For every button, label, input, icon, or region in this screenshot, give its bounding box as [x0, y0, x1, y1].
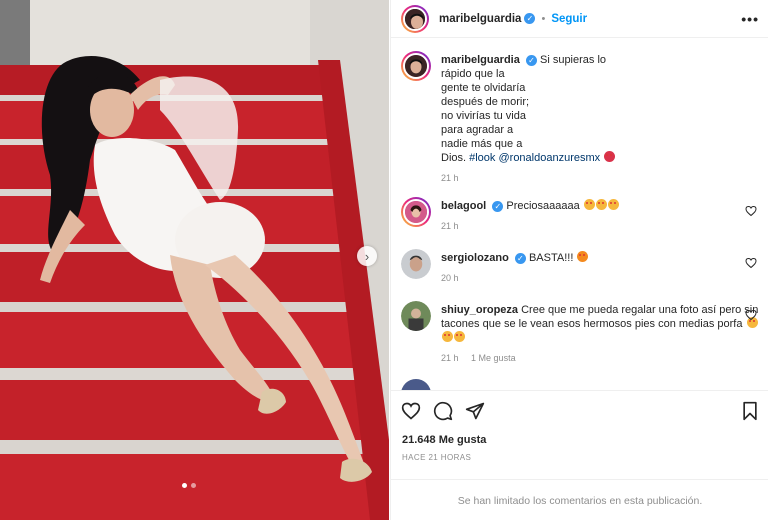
- post-photo[interactable]: ›: [0, 0, 389, 520]
- author-avatar[interactable]: [401, 4, 429, 33]
- save-button[interactable]: [741, 401, 759, 421]
- comments-limited-notice: Se han limitado los comentarios en esta …: [391, 479, 768, 521]
- comment-time: 21 h: [441, 221, 459, 231]
- caption-line: Dios.: [441, 152, 467, 164]
- comment-time: 21 h: [441, 353, 459, 363]
- likes-count[interactable]: 21.648 Me gusta: [402, 434, 486, 446]
- post-timestamp: HACE 21 HORAS: [402, 453, 472, 462]
- more-options-icon[interactable]: •••: [741, 11, 759, 27]
- comment-like-icon[interactable]: [745, 309, 757, 321]
- comment-text: sergiolozano ✓ BASTA!!! 20 h: [441, 251, 741, 285]
- header-separator: •: [541, 12, 546, 25]
- caption-avatar[interactable]: [401, 51, 431, 81]
- comment-text: belagool ✓ Preciosaaaaaa 21 h: [441, 199, 741, 233]
- caption-item: maribelguardia ✓ Si supieras lo rápido q…: [401, 51, 761, 191]
- instagram-post-window: › maribelguardia ✓ • Seguir ••• maribelg…: [0, 0, 768, 520]
- post-side-panel: maribelguardia ✓ • Seguir ••• maribelgua…: [390, 0, 768, 520]
- caption-line: rápido que la: [441, 68, 505, 80]
- caption-line: después de morir;: [441, 96, 530, 108]
- comment-like-icon[interactable]: [745, 205, 757, 217]
- comment-text: shiuy_oropeza Cree que me pueda regalar …: [441, 303, 759, 365]
- star-struck-emoji-icon: [607, 199, 619, 210]
- comment-item: sergiolozano ✓ BASTA!!! 20 h: [401, 249, 761, 289]
- caption-username[interactable]: maribelguardia: [441, 54, 520, 66]
- comment-meta: 21 h: [441, 219, 741, 233]
- verified-badge-icon: ✓: [514, 252, 526, 264]
- comment-item: belagool ✓ Preciosaaaaaa 21 h: [401, 197, 761, 237]
- carousel-dots: [182, 483, 196, 488]
- heart-icon[interactable]: [401, 401, 421, 421]
- comment-username[interactable]: shiuy_oropeza: [441, 304, 518, 316]
- comment-like-icon[interactable]: [745, 257, 757, 269]
- caption-time: 21 h: [441, 173, 459, 183]
- comment-body: BASTA!!!: [528, 252, 574, 264]
- caption-line: para agradar a: [441, 124, 514, 136]
- chevron-right-icon: ›: [364, 248, 370, 264]
- bookmark-icon[interactable]: [741, 401, 759, 421]
- comment-time: 20 h: [441, 273, 459, 283]
- verified-badge-icon: ✓: [492, 200, 504, 212]
- comment-avatar[interactable]: [401, 379, 431, 390]
- caption-line: gente te olvidaría: [441, 82, 526, 94]
- comment-item-partial: [401, 379, 761, 390]
- comment-username[interactable]: belagool: [441, 200, 486, 212]
- comment-avatar[interactable]: [401, 197, 431, 227]
- comment-icon[interactable]: [433, 401, 453, 421]
- verified-badge-icon: ✓: [525, 54, 537, 66]
- caption-text: maribelguardia ✓ Si supieras lo rápido q…: [441, 53, 741, 185]
- hashtag-link[interactable]: #look: [469, 152, 495, 164]
- post-actions: 21.648 Me gusta HACE 21 HORAS Se han lim…: [391, 390, 768, 520]
- caption-line: no vivirías tu vida: [441, 110, 526, 122]
- comment-meta: 21 h 1 Me gusta: [441, 351, 759, 365]
- carousel-dot-active: [182, 483, 187, 488]
- comment-username[interactable]: sergiolozano: [441, 252, 509, 264]
- caption-line: nadie más que a: [441, 138, 523, 150]
- comment-item: shiuy_oropeza Cree que me pueda regalar …: [401, 301, 761, 371]
- comment-meta: 20 h: [441, 271, 741, 285]
- caption-line: Si supieras lo: [539, 54, 607, 66]
- comments-list[interactable]: maribelguardia ✓ Si supieras lo rápido q…: [391, 39, 768, 390]
- star-struck-emoji-icon: [442, 331, 453, 342]
- comment-avatar[interactable]: [401, 249, 431, 279]
- verified-badge-icon: ✓: [524, 13, 536, 24]
- carousel-dot: [191, 483, 196, 488]
- carousel-next-button[interactable]: ›: [357, 246, 377, 266]
- comment-avatar[interactable]: [401, 301, 431, 331]
- share-icon[interactable]: [465, 401, 485, 421]
- photo-illustration: [0, 0, 389, 520]
- comment-body: Preciosaaaaaa: [506, 200, 580, 212]
- mention-link[interactable]: @ronaldoanzuresmx: [498, 152, 600, 164]
- post-header: maribelguardia ✓ • Seguir •••: [391, 0, 768, 38]
- fire-emoji-icon: [577, 251, 589, 262]
- star-struck-emoji-icon: [583, 199, 595, 210]
- star-struck-emoji-icon: [595, 199, 607, 210]
- dancer-emoji-icon: [604, 151, 616, 162]
- action-icons: [401, 401, 485, 421]
- comment-likes[interactable]: 1 Me gusta: [471, 353, 516, 363]
- star-struck-emoji-icon: [454, 331, 465, 342]
- author-username[interactable]: maribelguardia: [439, 13, 521, 25]
- follow-button[interactable]: Seguir: [551, 13, 587, 25]
- caption-meta: 21 h: [441, 171, 741, 185]
